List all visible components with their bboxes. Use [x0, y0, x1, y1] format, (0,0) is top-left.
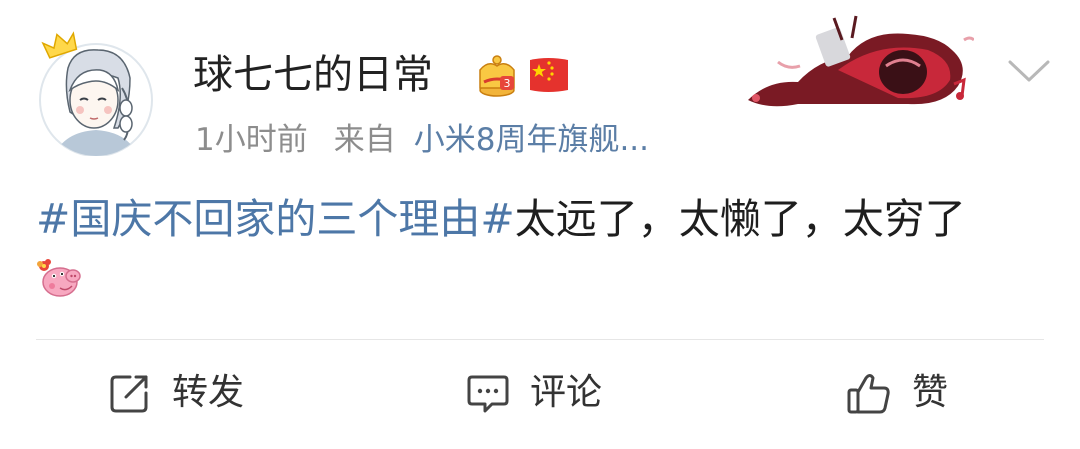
post-meta: 1小时前 来自 小米8周年旗舰...: [195, 118, 649, 162]
post-content: #国庆不回家的三个理由#太远了，太懒了，太穷了: [36, 190, 1056, 248]
post-hashtag-link[interactable]: #国庆不回家的三个理由#: [36, 195, 515, 243]
vip-crown-badge-icon[interactable]: 3: [474, 52, 520, 98]
like-label: 赞: [912, 372, 949, 413]
repost-label: 转发: [172, 372, 245, 413]
more-options-chevron-icon[interactable]: [1006, 56, 1052, 86]
china-flag-icon: [528, 56, 570, 94]
thumbs-up-icon: [846, 370, 892, 416]
peppa-pig-emoji-icon: [34, 256, 82, 302]
comment-icon: [466, 371, 510, 415]
user-avatar[interactable]: [34, 28, 154, 157]
like-button[interactable]: 赞: [846, 368, 948, 418]
post-actions-bar: 转发 评论 赞: [0, 340, 1080, 449]
post-body-text: 太远了，太懒了，太穷了: [514, 195, 966, 243]
source-device-link[interactable]: 小米8周年旗舰...: [414, 122, 649, 158]
username[interactable]: 球七七的日常: [193, 48, 433, 102]
avatar-illustration: [39, 31, 153, 157]
repost-icon: [108, 371, 152, 415]
from-label: 来自: [333, 122, 396, 158]
weibo-post-card: 球七七的日常 3 1小时前 来自 小米8周年旗舰... #国庆不回家的三个理由#…: [0, 0, 1080, 449]
card-decoration-image: [738, 10, 976, 110]
post-time: 1小时前: [195, 122, 308, 158]
comment-button[interactable]: 评论: [466, 368, 602, 418]
svg-text:3: 3: [504, 77, 511, 90]
comment-label: 评论: [530, 372, 603, 413]
repost-button[interactable]: 转发: [108, 368, 244, 418]
